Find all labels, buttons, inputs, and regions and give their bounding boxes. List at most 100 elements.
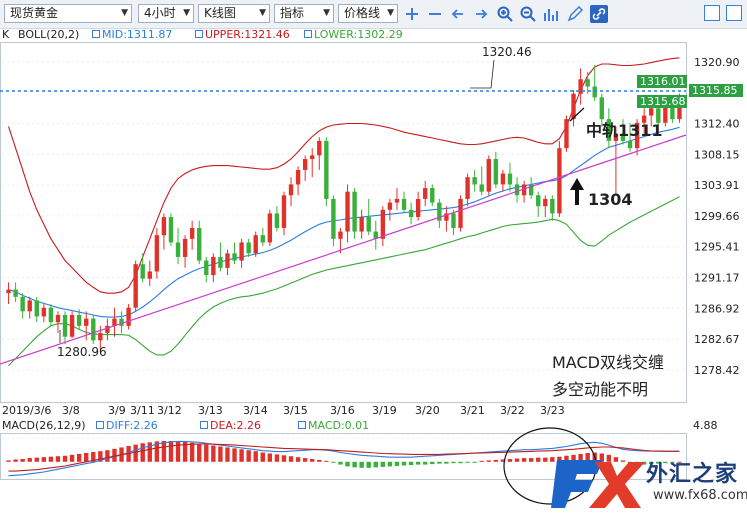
candle-body bbox=[310, 155, 315, 160]
chart-overlays bbox=[0, 59, 687, 365]
date-tick-label: 3/19 bbox=[372, 404, 397, 417]
macd-bar bbox=[507, 459, 513, 462]
macd-bar bbox=[246, 450, 251, 462]
macd-bar bbox=[140, 443, 145, 462]
candle-body bbox=[458, 198, 463, 228]
macd-bar bbox=[281, 455, 287, 462]
macd-bar bbox=[76, 453, 82, 462]
date-tick-label: 3/11 bbox=[130, 404, 155, 417]
candle-body bbox=[253, 235, 258, 254]
macd-bar bbox=[415, 461, 421, 465]
candle-body bbox=[140, 264, 145, 279]
candle-body bbox=[338, 231, 343, 239]
candle-body bbox=[288, 184, 294, 196]
candle-body bbox=[408, 209, 414, 218]
macd-bar bbox=[112, 448, 117, 462]
price-tick-label: 1291.17 bbox=[694, 271, 740, 284]
price-tick-label: 1286.92 bbox=[694, 302, 740, 315]
price-tick-label: 1299.66 bbox=[694, 210, 740, 223]
candle-body bbox=[48, 307, 54, 323]
date-tick-label: 3/9 bbox=[108, 404, 126, 417]
macd-bar bbox=[408, 461, 414, 466]
price-chart: 2019/3/6 3/8 3/9 3/11 3/12 3/13 3/14 3/15 3/16 3/… bbox=[0, 42, 740, 505]
candle-body bbox=[154, 235, 160, 272]
candle-body bbox=[514, 184, 520, 196]
candle-body bbox=[571, 93, 576, 120]
boll-lower-line bbox=[8, 196, 680, 367]
candle-body bbox=[423, 188, 428, 199]
macd-bar bbox=[352, 461, 357, 468]
fx68-logo: 外汇之家 www.fx68.com bbox=[551, 450, 747, 512]
candle-body bbox=[550, 198, 555, 214]
macd-bar bbox=[48, 456, 54, 462]
legend-dea-wrap: DEA:2.26 bbox=[200, 419, 261, 433]
legend-macd: MACD(26,12,9) bbox=[2, 419, 86, 432]
candle-body bbox=[246, 242, 251, 254]
macd-bar bbox=[62, 455, 68, 462]
support-label: 1304 bbox=[588, 190, 633, 209]
price-tag-bottom: 1315.68 bbox=[637, 95, 687, 108]
candle-body bbox=[649, 108, 654, 116]
dea-checkbox[interactable] bbox=[200, 421, 208, 429]
date-tick-label: 3/16 bbox=[330, 404, 355, 417]
candle-body bbox=[331, 198, 336, 239]
legend-macd-val-wrap: MACD:0.01 bbox=[298, 419, 369, 433]
price-tag-top: 1316.01 bbox=[637, 75, 687, 88]
comment-line2: 多空动能不明 bbox=[552, 380, 649, 399]
candle-body bbox=[13, 289, 18, 297]
candle-body bbox=[225, 253, 230, 268]
candle-body bbox=[472, 177, 477, 185]
macd-bar bbox=[274, 454, 280, 462]
candle-body bbox=[359, 217, 364, 232]
macd-bar bbox=[472, 461, 477, 463]
candle-body bbox=[168, 217, 174, 243]
macd-checkbox[interactable] bbox=[298, 421, 306, 429]
candle-body bbox=[281, 195, 287, 228]
macd-bar bbox=[359, 461, 364, 468]
price-tick-label: 1308.15 bbox=[694, 148, 740, 161]
macd-bar bbox=[310, 459, 315, 462]
macd-bar bbox=[34, 457, 39, 462]
candle-body bbox=[317, 140, 322, 156]
candle-body bbox=[267, 213, 273, 243]
macd-bar bbox=[345, 461, 350, 467]
candle-body bbox=[507, 173, 513, 185]
high-label: 1320.46 bbox=[482, 45, 532, 59]
macd-bar bbox=[401, 461, 407, 466]
trend-line bbox=[0, 134, 687, 365]
macd-bar bbox=[6, 460, 11, 462]
candle-body bbox=[486, 159, 491, 192]
candle-body bbox=[274, 213, 280, 228]
macd-bar bbox=[253, 451, 258, 462]
date-tick-label: 3/15 bbox=[283, 404, 308, 417]
legend-dea: DEA:2.26 bbox=[210, 419, 261, 432]
logo-url: www.fx68.com bbox=[653, 488, 747, 503]
candle-body bbox=[465, 177, 470, 199]
macd-bar bbox=[189, 442, 195, 462]
candle-body bbox=[430, 188, 435, 203]
macd-bar bbox=[430, 461, 435, 465]
legend-macd-val: MACD:0.01 bbox=[308, 419, 370, 432]
macd-bar bbox=[493, 459, 499, 462]
candle-body bbox=[592, 86, 597, 98]
date-tick-label: 3/12 bbox=[157, 404, 182, 417]
diff-checkbox[interactable] bbox=[96, 421, 104, 429]
macd-bar bbox=[331, 461, 336, 463]
macd-bar bbox=[479, 460, 484, 462]
candle-body bbox=[543, 198, 548, 207]
macd-bar bbox=[423, 461, 428, 465]
date-tick-label: 3/8 bbox=[62, 404, 80, 417]
price-tag-last: 1315.85 bbox=[689, 84, 743, 97]
macd-bar bbox=[451, 461, 456, 464]
candle-body bbox=[133, 264, 138, 308]
macd-bar bbox=[317, 459, 322, 462]
date-tick-label: 3/20 bbox=[415, 404, 440, 417]
mid-track-label: 中轨1311 bbox=[586, 121, 663, 140]
macd-bar bbox=[41, 457, 47, 462]
macd-bar bbox=[218, 446, 223, 462]
macd-bar bbox=[373, 461, 378, 468]
date-tick-label: 3/14 bbox=[243, 404, 268, 417]
price-tick-label: 1282.67 bbox=[694, 333, 740, 346]
macd-bar bbox=[394, 461, 400, 466]
macd-bar bbox=[260, 452, 265, 462]
